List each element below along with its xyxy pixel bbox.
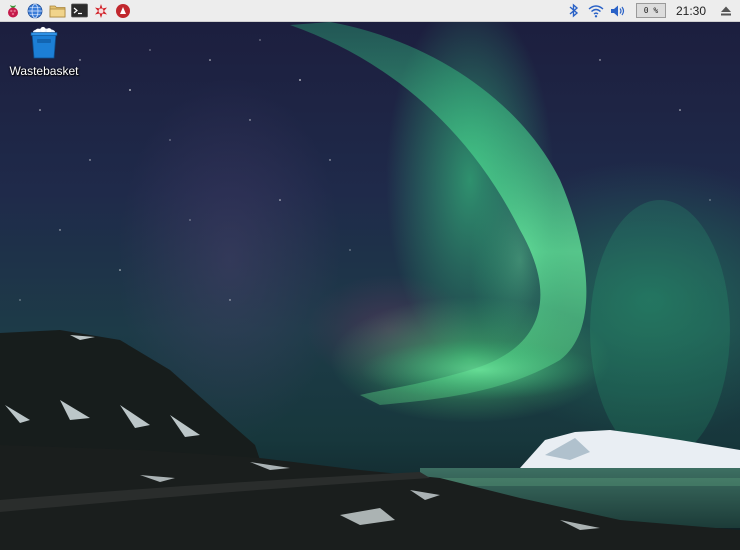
launcher-bar (0, 2, 132, 20)
eject-icon[interactable] (718, 3, 734, 19)
wifi-icon[interactable] (588, 3, 604, 19)
desktop-icon-wastebasket[interactable]: Wastebasket (6, 26, 82, 78)
clock[interactable]: 21:30 (672, 4, 712, 18)
bluetooth-icon[interactable] (566, 3, 582, 19)
folder-icon[interactable] (48, 2, 66, 20)
desktop-background[interactable] (0, 0, 740, 550)
red-circle-icon[interactable] (114, 2, 132, 20)
raspberry-menu-icon[interactable] (4, 2, 22, 20)
top-panel: 0 % 21:30 (0, 0, 740, 22)
aurora-wallpaper (0, 22, 740, 550)
desktop-icon-label: Wastebasket (9, 64, 79, 78)
volume-icon[interactable] (610, 3, 626, 19)
globe-icon[interactable] (26, 2, 44, 20)
wastebasket-icon (28, 26, 60, 60)
cpu-usage-value: 0 % (643, 6, 659, 15)
terminal-icon[interactable] (70, 2, 88, 20)
system-tray: 0 % 21:30 (566, 3, 740, 19)
cpu-usage-monitor[interactable]: 0 % (635, 3, 666, 18)
red-star-icon[interactable] (92, 2, 110, 20)
